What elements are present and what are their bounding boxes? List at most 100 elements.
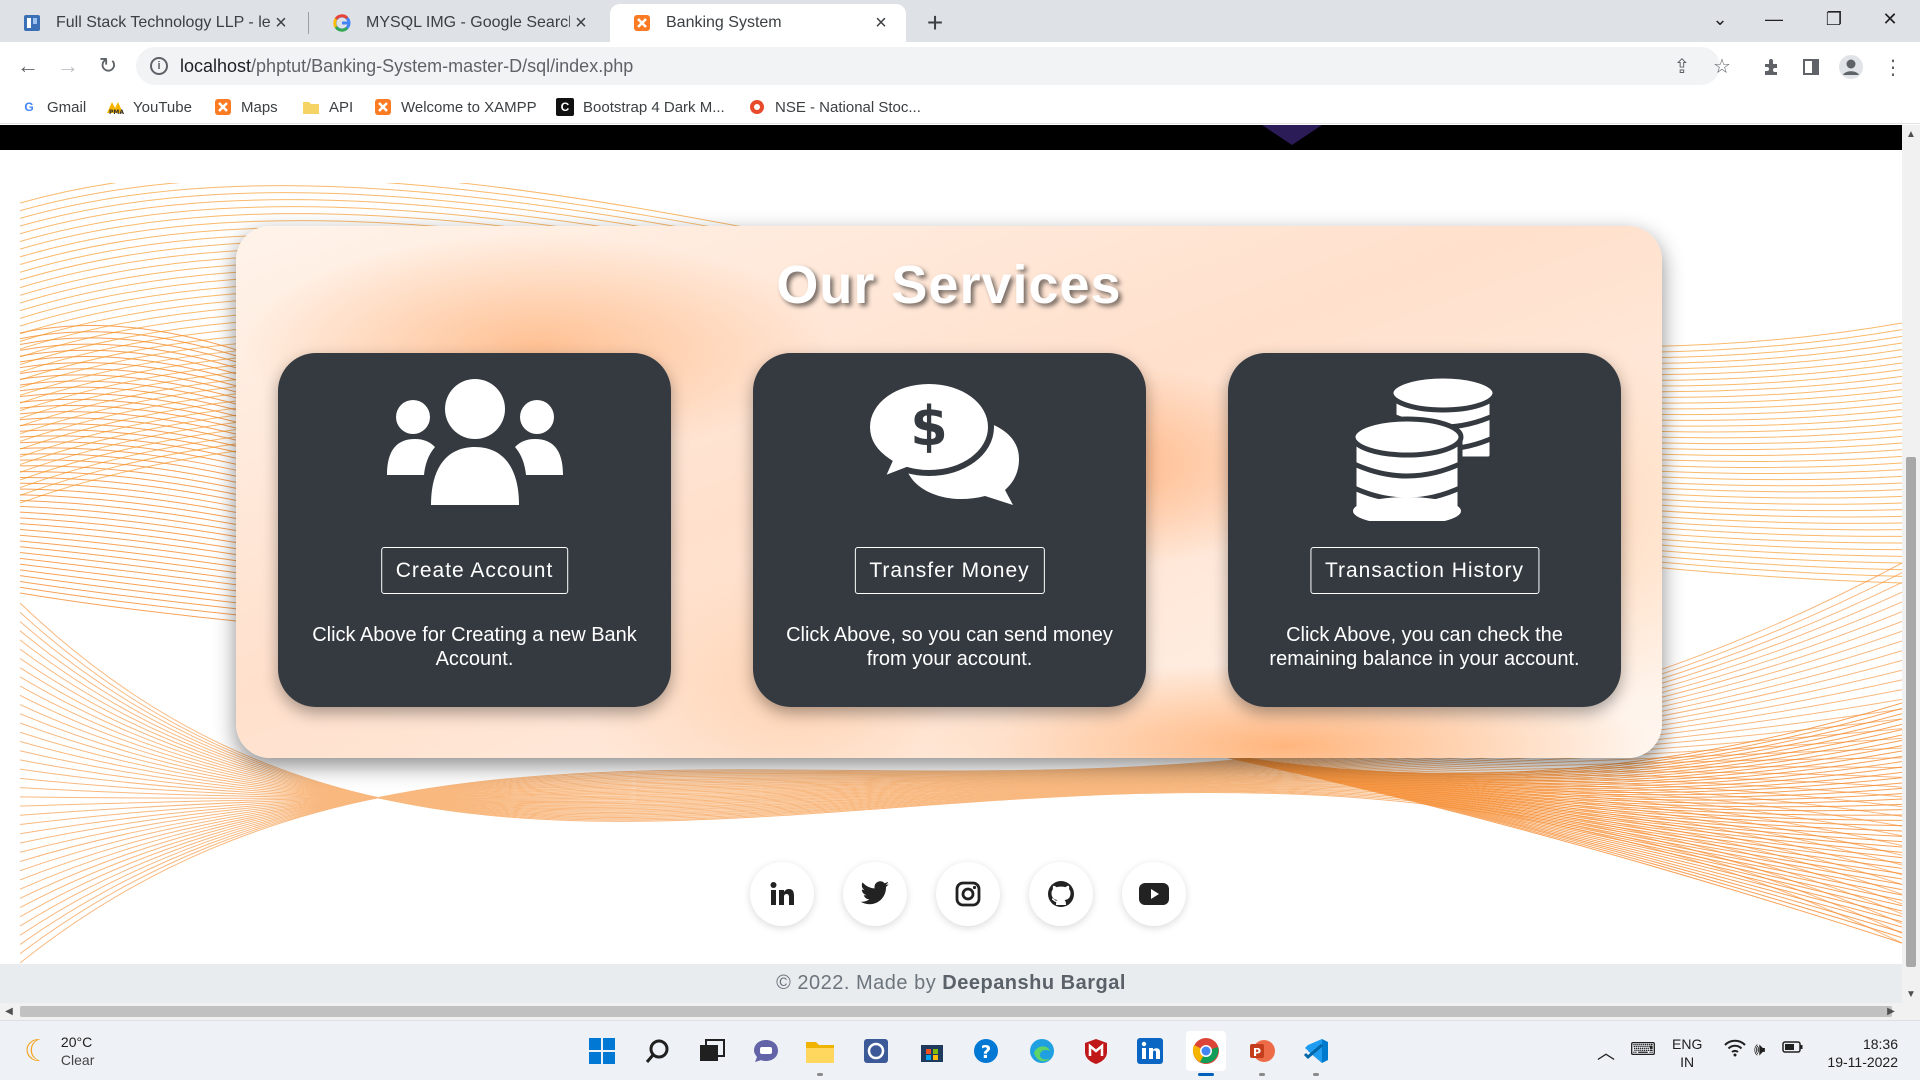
bookmark-star-icon[interactable]: ☆ xyxy=(1706,50,1738,82)
bookmark-api[interactable]: API xyxy=(302,95,353,119)
scroll-up-icon[interactable]: ▲ xyxy=(1902,125,1920,143)
navbar-bottom-edge xyxy=(0,125,1902,150)
scroll-down-icon[interactable]: ▼ xyxy=(1902,985,1920,1003)
keyboard-icon[interactable]: ⌨ xyxy=(1630,1039,1656,1060)
start-icon[interactable] xyxy=(582,1031,622,1071)
github-icon[interactable] xyxy=(1029,862,1093,926)
tab-google-search[interactable]: MYSQL IMG - Google Search × xyxy=(310,4,606,42)
weather-widget[interactable]: ☾ 20°C Clear xyxy=(24,1033,94,1069)
wifi-icon[interactable] xyxy=(1724,1039,1746,1062)
xampp-icon xyxy=(374,98,392,116)
tab-strip: Full Stack Technology LLP - leadi × MYSQ… xyxy=(0,0,1920,42)
search-icon[interactable] xyxy=(638,1031,678,1071)
tab-search-icon[interactable]: ⌄ xyxy=(1690,0,1750,38)
users-icon xyxy=(278,377,671,517)
site-info-icon[interactable]: i xyxy=(150,57,168,75)
active-indicator xyxy=(1198,1073,1214,1076)
bookmark-label: Gmail xyxy=(47,98,87,116)
folder-icon xyxy=(302,98,320,116)
service-card-transaction-history: Transaction History Click Above, you can… xyxy=(1228,353,1621,707)
lang-primary: ENG xyxy=(1672,1036,1703,1052)
close-window-icon[interactable]: ✕ xyxy=(1860,0,1920,38)
horizontal-scrollbar[interactable]: ◀ ▶ xyxy=(0,1003,1920,1020)
url-host: localhost xyxy=(180,55,252,76)
tab-separator xyxy=(308,12,309,34)
share-icon[interactable]: ⇪ xyxy=(1666,50,1698,82)
service-card-create-account: Create Account Click Above for Creating … xyxy=(278,353,671,707)
linkedin-icon[interactable] xyxy=(750,862,814,926)
edge-icon[interactable] xyxy=(1022,1031,1062,1071)
profile-avatar[interactable] xyxy=(1834,50,1868,84)
teams-chat-icon[interactable] xyxy=(746,1031,786,1071)
back-icon[interactable]: ← xyxy=(10,48,46,84)
bookmark-bootstrap[interactable]: C Bootstrap 4 Dark M... xyxy=(556,95,725,119)
youtube-icon[interactable] xyxy=(1122,862,1186,926)
bookmark-nse[interactable]: NSE - National Stoc... xyxy=(748,95,921,119)
create-account-button[interactable]: Create Account xyxy=(380,547,569,594)
bookmark-xampp[interactable]: Welcome to XAMPP xyxy=(374,95,537,119)
tab-title: Banking System xyxy=(666,14,782,31)
help-icon[interactable]: ? xyxy=(966,1031,1006,1071)
moon-icon: ☾ xyxy=(24,1034,51,1068)
clock-time: 18:36 xyxy=(1862,1036,1898,1052)
scroll-left-icon[interactable]: ◀ xyxy=(0,1003,18,1020)
new-tab-button[interactable]: + xyxy=(918,6,952,40)
task-view-icon[interactable] xyxy=(692,1031,732,1071)
close-tab-icon[interactable]: × xyxy=(870,12,892,34)
windows-taskbar: ☾ 20°C Clear ? P ︿ ⌨ ENG IN 🕪 18:36 19-1… xyxy=(0,1020,1920,1080)
extensions-icon[interactable] xyxy=(1754,50,1788,84)
create-account-description: Click Above for Creating a new Bank Acco… xyxy=(312,624,637,670)
fst-favicon-icon xyxy=(22,13,42,33)
volume-icon[interactable]: 🕪 xyxy=(1754,1039,1765,1060)
chrome-icon[interactable] xyxy=(1186,1031,1226,1071)
running-indicator xyxy=(1259,1073,1265,1076)
show-hidden-icons[interactable]: ︿ xyxy=(1597,1039,1615,1065)
service-card-transfer-money: $ Transfer Money Click Above, so you can… xyxy=(753,353,1146,707)
bookmark-youtube[interactable]: PMA YouTube xyxy=(106,95,192,119)
bookmark-label: Welcome to XAMPP xyxy=(401,98,537,116)
linkedin-app-icon[interactable] xyxy=(1130,1031,1170,1071)
vertical-scrollbar[interactable]: ▲ ▼ xyxy=(1902,125,1920,1003)
weather-temp: 20°C xyxy=(60,1034,93,1050)
vertical-scroll-thumb[interactable] xyxy=(1906,457,1916,967)
horizontal-scroll-thumb[interactable] xyxy=(20,1006,1892,1017)
svg-text:?: ? xyxy=(981,1042,991,1063)
transfer-money-button[interactable]: Transfer Money xyxy=(854,547,1045,594)
url-text: localhost/phptut/Banking-System-master-D… xyxy=(180,56,633,77)
language-indicator[interactable]: ENG IN xyxy=(1672,1035,1702,1071)
c-icon: C xyxy=(556,98,574,116)
footer-author: Deepanshu Bargal xyxy=(942,972,1126,994)
bookmark-gmail[interactable]: G Gmail xyxy=(20,95,86,119)
scroll-right-icon[interactable]: ▶ xyxy=(1882,1003,1900,1020)
microsoft-store-icon[interactable] xyxy=(912,1031,952,1071)
close-tab-icon[interactable]: × xyxy=(270,12,292,34)
minimize-icon[interactable]: — xyxy=(1744,0,1804,38)
xampp-icon xyxy=(632,13,652,33)
tab-full-stack[interactable]: Full Stack Technology LLP - leadi × xyxy=(0,4,306,42)
youtube-icon: PMA xyxy=(106,98,124,116)
reload-icon[interactable]: ↻ xyxy=(90,48,126,84)
forward-icon[interactable]: → xyxy=(50,48,86,84)
instagram-icon[interactable] xyxy=(936,862,1000,926)
side-panel-icon[interactable] xyxy=(1794,50,1828,84)
powerpoint-icon[interactable]: P xyxy=(1242,1031,1282,1071)
menu-kebab-icon[interactable]: ⋮ xyxy=(1876,50,1910,84)
page-viewport: Our Services Create Account Click Above … xyxy=(0,125,1902,1003)
restore-icon[interactable]: ❐ xyxy=(1804,0,1864,38)
app-icon-blue[interactable] xyxy=(856,1031,896,1071)
vscode-icon[interactable] xyxy=(1296,1031,1336,1071)
twitter-icon[interactable] xyxy=(843,862,907,926)
file-explorer-icon[interactable] xyxy=(800,1031,840,1071)
transaction-history-button[interactable]: Transaction History xyxy=(1309,547,1540,594)
address-bar[interactable]: i localhost/phptut/Banking-System-master… xyxy=(136,47,1720,85)
battery-icon[interactable] xyxy=(1782,1039,1804,1060)
close-tab-icon[interactable]: × xyxy=(570,12,592,34)
tab-banking-system[interactable]: Banking System × xyxy=(610,4,906,42)
clock[interactable]: 18:36 19-11-2022 xyxy=(1822,1035,1898,1071)
mcafee-icon[interactable] xyxy=(1076,1031,1116,1071)
services-panel: Our Services Create Account Click Above … xyxy=(236,226,1662,758)
bookmark-label: API xyxy=(329,98,354,116)
xampp-icon xyxy=(214,98,232,116)
bookmark-maps[interactable]: Maps xyxy=(214,95,278,119)
coins-icon xyxy=(1228,371,1621,521)
